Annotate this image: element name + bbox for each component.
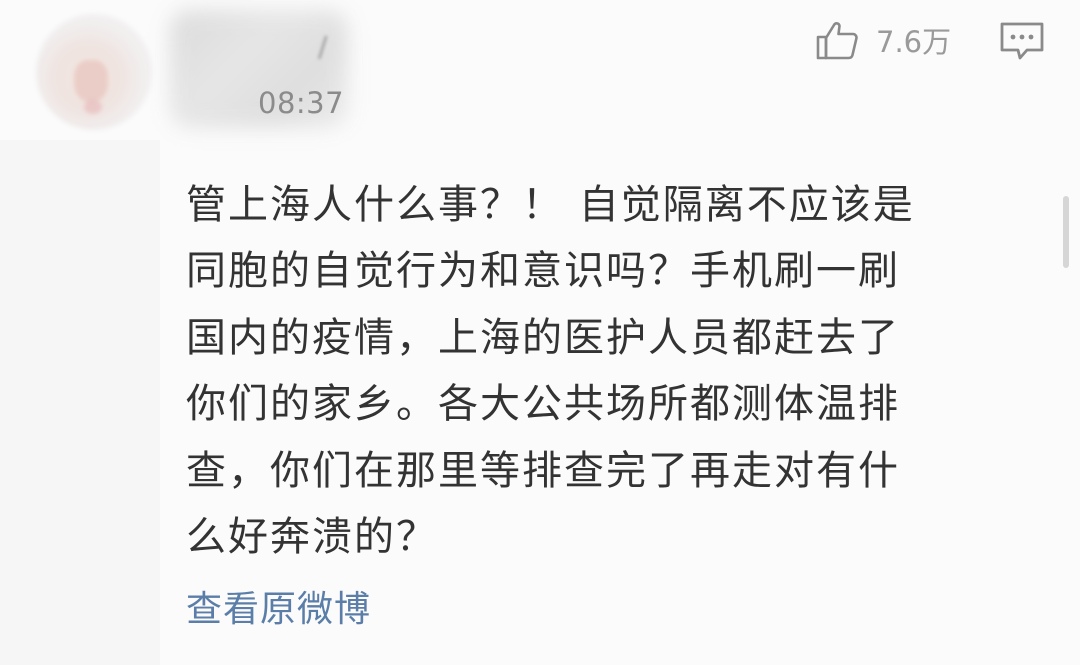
view-original-weibo-link[interactable]: 查看原微博 xyxy=(186,580,371,632)
comment-line: 管上海人什么事？！ 自觉隔离不应该是 xyxy=(186,182,915,228)
post-timestamp: 08:37 xyxy=(258,86,345,120)
comment-line: 查，你们在那里等排查完了再走对有什 xyxy=(186,447,900,494)
comment-line: 你们的家乡。各大公共场所都测体温排 xyxy=(186,381,900,428)
left-margin xyxy=(0,140,160,665)
comment-line: 国内的疫情，上海的医护人员都赶去了 xyxy=(186,314,900,361)
comment-line: 么好奔溃的？ xyxy=(186,514,438,561)
comment-line: 同胞的自觉行为和意识吗？手机刷一刷 xyxy=(186,248,900,295)
like-count: 7.6万 xyxy=(876,25,952,59)
comment-card: / 08:37 7.6万 管上海人什么事？！ 自觉隔离不应该是 同胞的自觉行为和… xyxy=(0,0,1080,665)
comment-body: 管上海人什么事？！ 自觉隔离不应该是 同胞的自觉行为和意识吗？手机刷一刷 国内的… xyxy=(186,172,1026,570)
thumbs-up-icon[interactable] xyxy=(814,19,860,61)
scrollbar[interactable] xyxy=(1063,196,1069,268)
avatar[interactable] xyxy=(36,14,152,130)
username-partial: / xyxy=(318,30,328,63)
comment-bubble-icon[interactable] xyxy=(998,20,1046,62)
like-button[interactable]: 7.6万 xyxy=(814,18,951,62)
